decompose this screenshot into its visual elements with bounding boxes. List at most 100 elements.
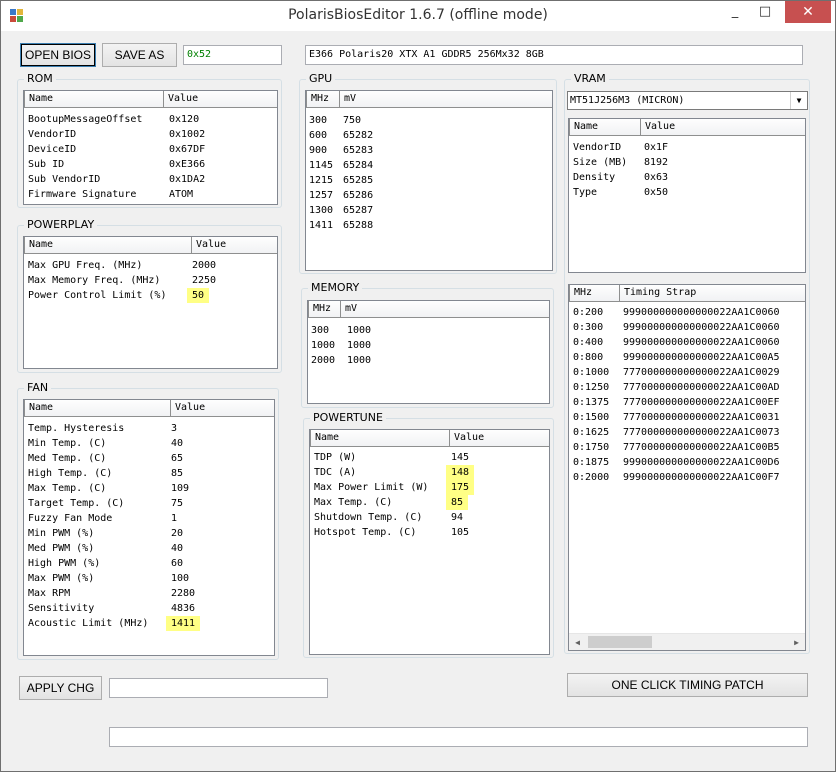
list-row[interactable]: Acoustic Limit (MHz) 1411 — [24, 616, 274, 631]
list-row[interactable]: TDP (W) 145 — [310, 450, 549, 465]
list-row[interactable]: 2000 1000 — [308, 353, 549, 368]
column-header-mv[interactable]: mV — [339, 91, 552, 108]
memory-list[interactable]: MHz mV 300 1000 1000 1000 2000 1000 — [307, 300, 550, 404]
list-row[interactable]: High Temp. (C) 85 — [24, 466, 274, 481]
minimize-button[interactable]: _ — [721, 1, 749, 23]
list-row[interactable]: 1257 65286 — [306, 188, 552, 203]
column-header-mhz[interactable]: MHz — [308, 301, 341, 318]
list-row[interactable]: Max RPM 2280 — [24, 586, 274, 601]
column-header-name[interactable]: Name — [24, 400, 171, 417]
scroll-right-icon[interactable]: ▶ — [788, 634, 805, 650]
list-row[interactable]: Max Memory Freq. (MHz) 2250 — [24, 273, 277, 288]
column-header-mhz[interactable]: MHz — [569, 285, 620, 302]
column-header-value[interactable]: Value — [449, 430, 549, 447]
list-row[interactable]: 0:1000 777000000000000022AA1C0029 — [569, 365, 805, 380]
list-row[interactable]: 1411 65288 — [306, 218, 552, 233]
list-row[interactable]: Min PWM (%) 20 — [24, 526, 274, 541]
list-row[interactable]: Hotspot Temp. (C) 105 — [310, 525, 549, 540]
column-header-timing-strap[interactable]: Timing Strap — [619, 285, 805, 302]
list-row[interactable]: 0:2000 999000000000000022AA1C00F7 — [569, 470, 805, 485]
row-value: 0x1002 — [169, 129, 206, 140]
column-header-value[interactable]: Value — [170, 400, 274, 417]
list-row[interactable]: 0:1500 777000000000000022AA1C0031 — [569, 410, 805, 425]
list-row[interactable]: VendorID 0x1F — [569, 140, 805, 155]
list-row[interactable]: Max Temp. (C) 109 — [24, 481, 274, 496]
scroll-thumb[interactable] — [588, 636, 652, 648]
list-row[interactable]: Med PWM (%) 40 — [24, 541, 274, 556]
bios-name-field[interactable]: E366 Polaris20 XTX A1 GDDR5 256Mx32 8GB — [305, 45, 803, 65]
list-row[interactable]: 300 750 — [306, 113, 552, 128]
column-header-value[interactable]: Value — [163, 91, 277, 108]
list-row[interactable]: 1000 1000 — [308, 338, 549, 353]
list-row[interactable]: 300 1000 — [308, 323, 549, 338]
column-header-mv[interactable]: mV — [340, 301, 549, 318]
powertune-list[interactable]: Name Value TDP (W) 145 TDC (A) 148 Max Power… — [309, 429, 550, 655]
column-header-name[interactable]: Name — [310, 430, 450, 447]
list-row[interactable]: Power Control Limit (%) 50 — [24, 288, 277, 303]
list-row[interactable]: Density 0x63 — [569, 170, 805, 185]
list-row[interactable]: Fuzzy Fan Mode 1 — [24, 511, 274, 526]
timing-list[interactable]: MHz Timing Strap 0:200 999000000000000022… — [568, 284, 806, 651]
row-name: 0:1750 — [573, 442, 610, 453]
chevron-down-icon[interactable]: ▼ — [790, 92, 807, 109]
checksum-field[interactable]: 0x52 — [183, 45, 282, 65]
list-row[interactable]: Sub ID 0xE366 — [24, 157, 277, 172]
list-row[interactable]: 0:1250 777000000000000022AA1C00AD — [569, 380, 805, 395]
column-header-value[interactable]: Value — [191, 237, 277, 254]
list-row[interactable]: Max GPU Freq. (MHz) 2000 — [24, 258, 277, 273]
open-bios-button[interactable]: OPEN BIOS — [20, 43, 96, 67]
list-row[interactable]: Max Temp. (C) 85 — [310, 495, 549, 510]
apply-changes-button[interactable]: APPLY CHG — [19, 676, 102, 700]
save-as-button[interactable]: SAVE AS — [102, 43, 177, 67]
scroll-left-icon[interactable]: ◀ — [569, 634, 586, 650]
list-row[interactable]: 0:1750 777000000000000022AA1C00B5 — [569, 440, 805, 455]
list-row[interactable]: 0:1625 777000000000000022AA1C0073 — [569, 425, 805, 440]
list-row[interactable]: 1215 65285 — [306, 173, 552, 188]
column-header-name[interactable]: Name — [24, 91, 164, 108]
list-row[interactable]: High PWM (%) 60 — [24, 556, 274, 571]
list-row[interactable]: 0:200 999000000000000022AA1C0060 — [569, 305, 805, 320]
powerplay-list[interactable]: Name Value Max GPU Freq. (MHz) 2000 Max Me… — [23, 236, 278, 369]
list-row[interactable]: 0:400 999000000000000022AA1C0060 — [569, 335, 805, 350]
list-row[interactable]: 600 65282 — [306, 128, 552, 143]
list-row[interactable]: Max Power Limit (W) 175 — [310, 480, 549, 495]
list-row[interactable]: Med Temp. (C) 65 — [24, 451, 274, 466]
list-row[interactable]: 900 65283 — [306, 143, 552, 158]
status-field[interactable] — [109, 727, 808, 747]
list-row[interactable]: Temp. Hysteresis 3 — [24, 421, 274, 436]
list-row[interactable]: Max PWM (%) 100 — [24, 571, 274, 586]
maximize-button[interactable]: □ — [751, 1, 779, 23]
list-row[interactable]: Target Temp. (C) 75 — [24, 496, 274, 511]
list-row[interactable]: Firmware Signature ATOM — [24, 187, 277, 202]
list-row[interactable]: 1145 65284 — [306, 158, 552, 173]
list-row[interactable]: 1300 65287 — [306, 203, 552, 218]
apply-result-field[interactable] — [109, 678, 328, 698]
vram-list[interactable]: Name Value VendorID 0x1F Size (MB) 8192 Dens… — [568, 118, 806, 273]
list-row[interactable]: DeviceID 0x67DF — [24, 142, 277, 157]
list-row[interactable]: 0:800 999000000000000022AA1C00A5 — [569, 350, 805, 365]
close-button[interactable]: ✕ — [785, 1, 831, 23]
list-row[interactable]: Type 0x50 — [569, 185, 805, 200]
list-row[interactable]: 0:1875 999000000000000022AA1C00D6 — [569, 455, 805, 470]
list-row[interactable]: 0:300 999000000000000022AA1C0060 — [569, 320, 805, 335]
gpu-list[interactable]: MHz mV 300 750 600 65282 900 65283 1145 65284 12… — [305, 90, 553, 271]
list-row[interactable]: Sensitivity 4836 — [24, 601, 274, 616]
column-header-value[interactable]: Value — [640, 119, 805, 136]
column-header-name[interactable]: Name — [569, 119, 641, 136]
column-header-name[interactable]: Name — [24, 237, 192, 254]
list-row[interactable]: Sub VendorID 0x1DA2 — [24, 172, 277, 187]
list-row[interactable]: Shutdown Temp. (C) 94 — [310, 510, 549, 525]
list-row[interactable]: Size (MB) 8192 — [569, 155, 805, 170]
list-row[interactable]: 0:1375 777000000000000022AA1C00EF — [569, 395, 805, 410]
vram-chip-select[interactable]: MT51J256M3 (MICRON) ▼ — [567, 91, 808, 110]
column-header-mhz[interactable]: MHz — [306, 91, 340, 108]
rom-list[interactable]: Name Value BootupMessageOffset 0x120 Vendo… — [23, 90, 278, 205]
timing-horizontal-scrollbar[interactable]: ◀ ▶ — [569, 633, 805, 650]
row-name: 1000 — [311, 340, 336, 351]
list-row[interactable]: BootupMessageOffset 0x120 — [24, 112, 277, 127]
list-row[interactable]: VendorID 0x1002 — [24, 127, 277, 142]
fan-list[interactable]: Name Value Temp. Hysteresis 3 Min Temp. (C… — [23, 399, 275, 656]
list-row[interactable]: TDC (A) 148 — [310, 465, 549, 480]
one-click-timing-patch-button[interactable]: ONE CLICK TIMING PATCH — [567, 673, 808, 697]
list-row[interactable]: Min Temp. (C) 40 — [24, 436, 274, 451]
